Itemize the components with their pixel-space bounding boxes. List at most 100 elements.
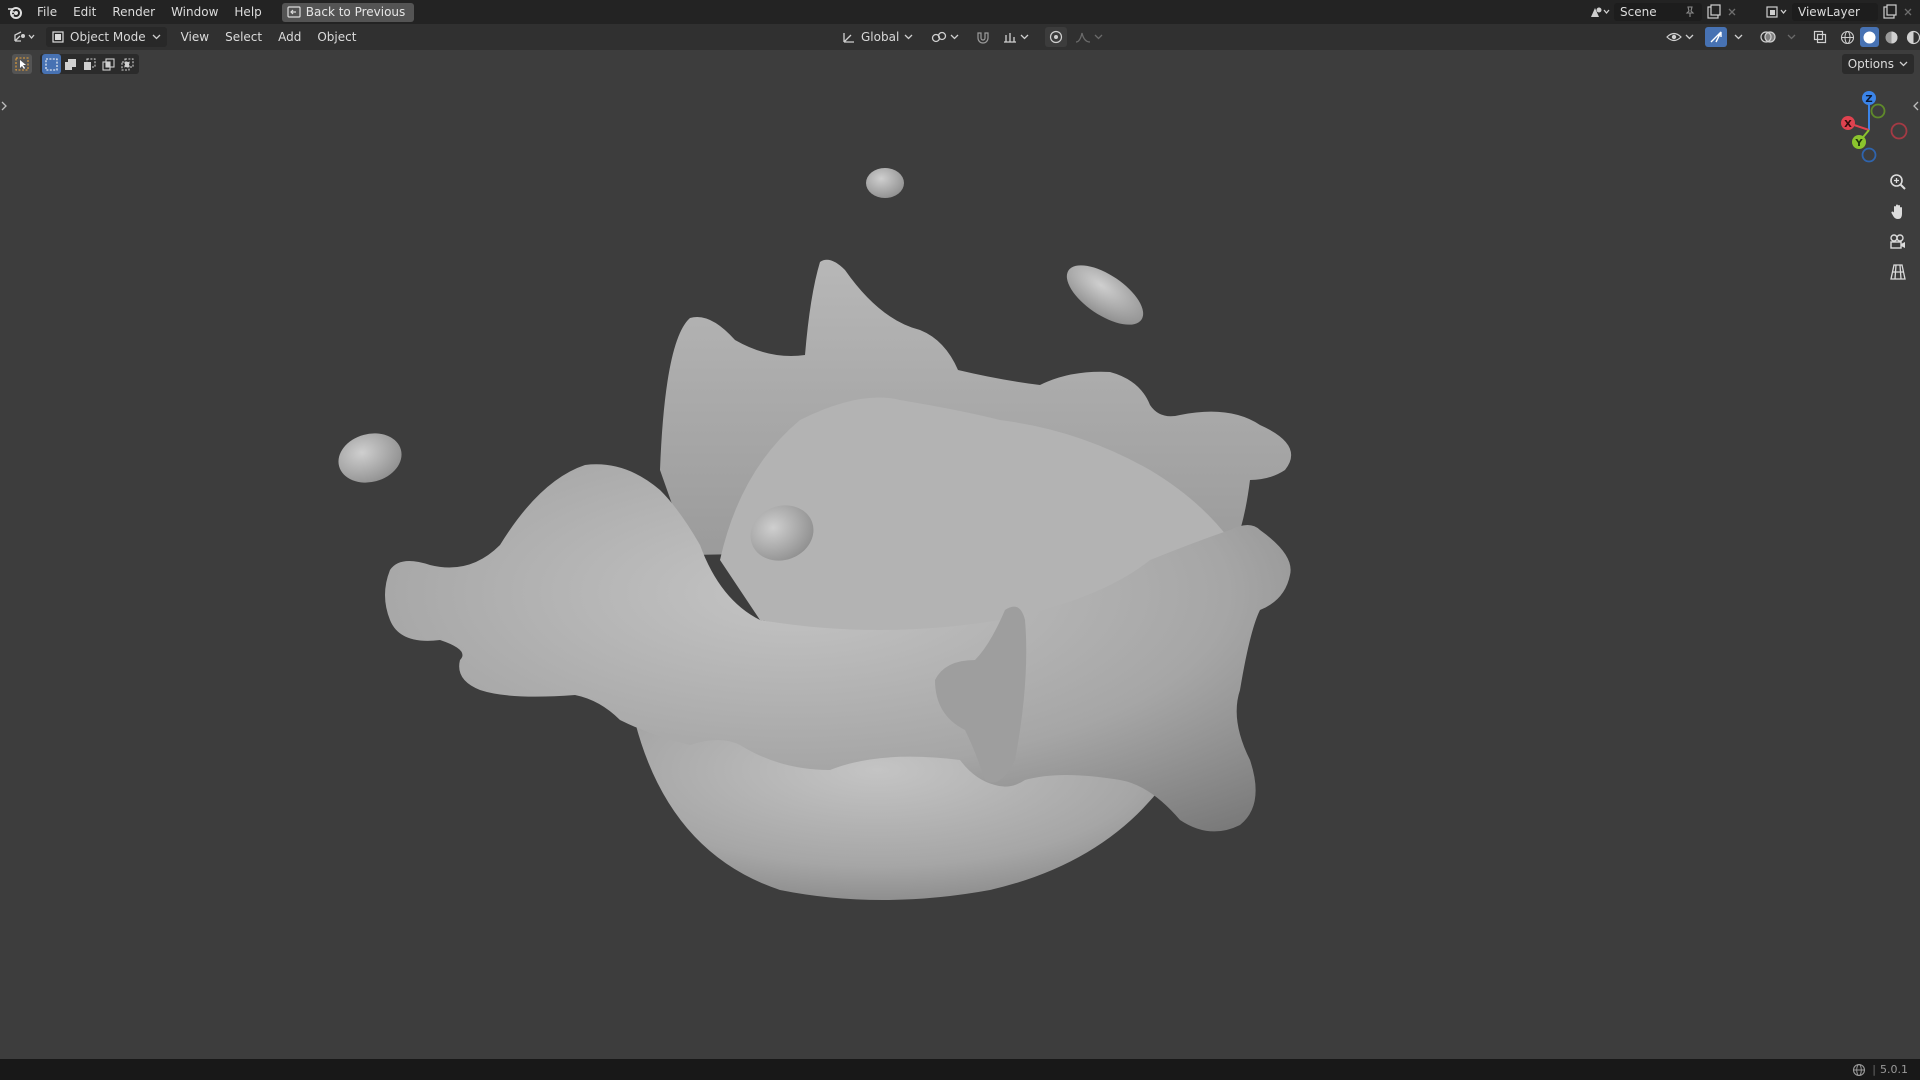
pan-button[interactable]	[1884, 198, 1912, 226]
menu-object[interactable]: Object	[309, 25, 364, 49]
gizmo-neg-z-circle[interactable]	[1861, 147, 1877, 163]
editor-type-button[interactable]	[8, 27, 42, 47]
falloff-curve-icon	[1076, 32, 1091, 43]
delete-scene-icon[interactable]	[1726, 6, 1738, 18]
selection-mode-invert-button[interactable]	[99, 54, 118, 74]
viewlayer-name-field[interactable]: ViewLayer	[1792, 3, 1878, 21]
back-icon	[287, 6, 301, 18]
version-label: 5.0.1	[1880, 1063, 1908, 1076]
top-menu-bar: File Edit Render Window Help Back to Pre…	[0, 0, 1920, 24]
shading-wireframe-button[interactable]	[1838, 27, 1857, 47]
viewlayer-browse-icon[interactable]	[1766, 5, 1788, 19]
menu-render[interactable]: Render	[104, 0, 163, 24]
chevron-down-icon	[1094, 34, 1103, 40]
back-to-previous-button[interactable]: Back to Previous	[281, 2, 415, 22]
menu-help[interactable]: Help	[226, 0, 269, 24]
overlays-icon	[1760, 31, 1776, 43]
gizmo-dropdown[interactable]	[1730, 27, 1747, 47]
scene-name-field[interactable]: Scene	[1614, 3, 1702, 21]
select-extend-icon	[65, 58, 76, 70]
orientation-dropdown[interactable]: Global	[838, 27, 917, 47]
gizmo-x-label: X	[1844, 119, 1852, 130]
scene-browse-icon[interactable]	[1588, 5, 1610, 19]
droplet-left	[338, 433, 402, 483]
menu-file[interactable]: File	[29, 0, 65, 24]
selection-mode-extend-button[interactable]	[61, 54, 80, 74]
status-separator: |	[1872, 1063, 1876, 1076]
shading-solid-button[interactable]	[1860, 27, 1879, 47]
navigation-gizmo[interactable]: Z X Y	[1829, 88, 1909, 168]
viewport-header: Object Mode View Select Add Object Globa…	[0, 24, 1920, 50]
shading-rendered-button[interactable]	[1904, 27, 1920, 47]
select-cursor-icon	[15, 57, 29, 71]
snap-increment-icon	[1004, 33, 1017, 43]
zoom-button[interactable]	[1884, 168, 1912, 196]
visibility-dropdown[interactable]	[1662, 27, 1698, 47]
pan-hand-icon	[1891, 204, 1902, 219]
new-viewlayer-icon[interactable]	[1882, 4, 1898, 20]
rendered-sphere-icon	[1906, 30, 1920, 44]
gizmo-toggle[interactable]	[1705, 27, 1727, 47]
new-scene-icon[interactable]	[1706, 4, 1722, 20]
blender-logo-icon[interactable]	[7, 4, 23, 20]
pivot-link-icon	[932, 31, 947, 43]
xray-toggle[interactable]	[1809, 27, 1831, 47]
pivot-dropdown[interactable]	[927, 27, 963, 47]
toolbar-expand-arrow-icon[interactable]	[0, 100, 8, 112]
droplet-right	[1066, 265, 1144, 325]
overlays-dropdown[interactable]	[1783, 27, 1800, 47]
menu-add[interactable]: Add	[270, 25, 309, 49]
select-tool-button[interactable]	[12, 54, 32, 74]
gizmo-icon	[1710, 31, 1722, 43]
menu-view[interactable]: View	[173, 25, 217, 49]
viewlayer-name: ViewLayer	[1798, 5, 1860, 19]
solid-sphere-icon	[1863, 31, 1876, 43]
snap-toggle[interactable]	[971, 27, 995, 47]
3d-viewport[interactable]	[0, 50, 1920, 1059]
chevron-down-icon	[152, 34, 161, 40]
options-dropdown[interactable]: Options	[1841, 54, 1914, 74]
zoom-magnifier-icon	[1890, 174, 1906, 190]
snap-target-dropdown[interactable]	[999, 27, 1033, 47]
sidebar-expand-arrow-icon[interactable]	[1912, 100, 1920, 112]
selection-mode-new-button[interactable]	[42, 54, 61, 74]
camera-view-button[interactable]	[1884, 228, 1912, 256]
status-bar: | 5.0.1	[0, 1059, 1920, 1080]
options-label: Options	[1847, 57, 1894, 71]
gizmo-neg-y-circle[interactable]	[1870, 103, 1886, 119]
network-globe-icon[interactable]	[1852, 1063, 1866, 1077]
object-mode-label: Object Mode	[70, 30, 146, 44]
selection-mode-intersect-button[interactable]	[118, 54, 137, 74]
selection-mode-group	[40, 54, 139, 74]
menu-select[interactable]: Select	[217, 25, 270, 49]
shading-material-button[interactable]	[1882, 27, 1901, 47]
wireframe-sphere-icon	[1840, 30, 1855, 44]
proportional-edit-toggle[interactable]	[1045, 27, 1068, 47]
transform-tools: Global	[838, 27, 1107, 47]
object-mode-dropdown[interactable]: Object Mode	[46, 27, 167, 47]
select-invert-icon	[102, 57, 115, 71]
snap-magnet-icon	[977, 32, 989, 44]
proportional-edit-icon	[1050, 30, 1063, 44]
selection-mode-subtract-button[interactable]	[80, 54, 99, 74]
delete-viewlayer-icon[interactable]	[1902, 6, 1914, 18]
menu-edit[interactable]: Edit	[65, 0, 104, 24]
perspective-toggle-button[interactable]	[1884, 258, 1912, 286]
gizmo-y-label: Y	[1854, 138, 1863, 149]
menu-window[interactable]: Window	[163, 0, 226, 24]
falloff-dropdown[interactable]	[1071, 27, 1107, 47]
overlays-toggle[interactable]	[1756, 27, 1780, 47]
perspective-grid-icon	[1890, 264, 1906, 280]
visibility-eye-icon	[1666, 32, 1682, 42]
camera-icon	[1890, 234, 1905, 249]
chevron-down-icon	[1734, 34, 1743, 40]
gizmo-neg-x-circle[interactable]	[1890, 122, 1908, 140]
scene-name: Scene	[1620, 5, 1657, 19]
chevron-down-icon	[1020, 34, 1029, 40]
pin-icon[interactable]	[1684, 6, 1696, 18]
transform-orientation-icon	[843, 33, 854, 43]
splash-crown-mesh[interactable]	[0, 50, 1920, 1059]
chevron-down-icon	[1899, 61, 1908, 67]
select-new-icon	[45, 57, 58, 71]
select-intersect-icon	[121, 57, 134, 71]
